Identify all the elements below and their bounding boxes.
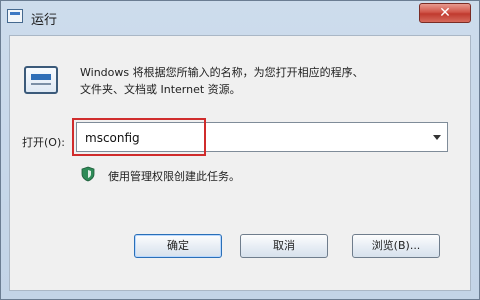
close-button[interactable]: ✕ [419, 3, 471, 23]
admin-note-text: 使用管理权限创建此任务。 [108, 170, 240, 183]
ok-button[interactable]: 确定 [134, 234, 222, 258]
shield-icon [81, 166, 95, 182]
run-command-field[interactable] [76, 122, 448, 152]
cancel-button[interactable]: 取消 [240, 234, 328, 258]
chevron-down-icon[interactable] [433, 135, 441, 140]
close-icon: ✕ [439, 5, 451, 21]
dialog-description: Windows 将根据您所输入的名称，为您打开相应的程序、 文件夹、文档或 In… [80, 64, 460, 98]
dialog-body: Windows 将根据您所输入的名称，为您打开相应的程序、 文件夹、文档或 In… [9, 35, 471, 291]
window-title: 运行 [31, 13, 58, 28]
run-command-input[interactable] [85, 129, 405, 147]
open-label: 打开(O): [22, 136, 65, 149]
run-icon [24, 66, 58, 94]
description-line-2: 文件夹、文档或 Internet 资源。 [80, 83, 241, 96]
admin-note: 使用管理权限创建此任务。 [80, 166, 400, 184]
run-icon [7, 9, 23, 23]
title-bar[interactable]: 运行 ✕ [1, 1, 479, 35]
browse-button[interactable]: 浏览(B)... [352, 234, 440, 258]
description-line-1: Windows 将根据您所输入的名称，为您打开相应的程序、 [80, 66, 364, 79]
run-dialog-window: 运行 ✕ Windows 将根据您所输入的名称，为您打开相应的程序、 文件夹、文… [0, 0, 480, 300]
